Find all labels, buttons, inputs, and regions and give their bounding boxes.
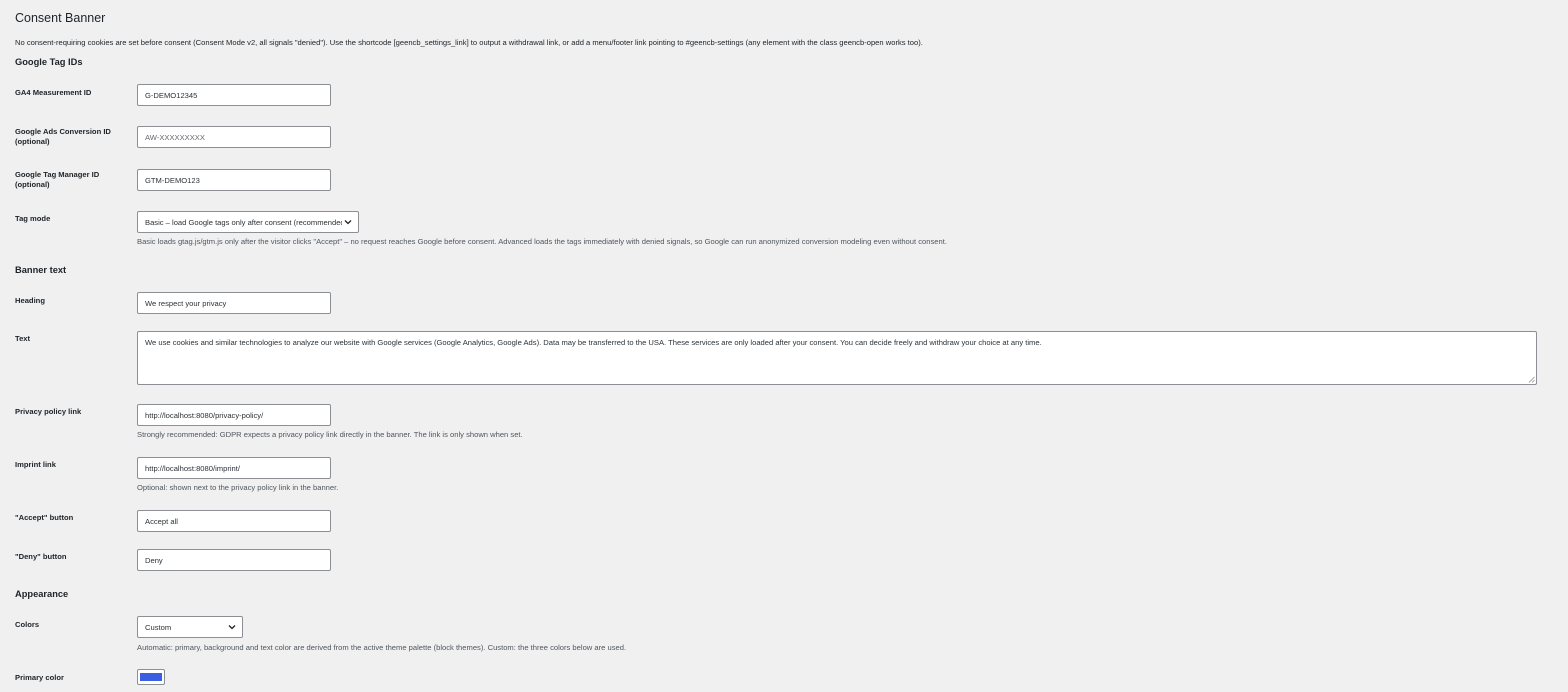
tag-mode-label: Tag mode: [15, 214, 51, 223]
tag-mode-select[interactable]: Basic – load Google tags only after cons…: [137, 211, 359, 233]
google-ads-label-line2: (optional): [15, 137, 50, 146]
primary-color-picker[interactable]: [137, 669, 165, 685]
primary-color-label: Primary color: [15, 673, 64, 682]
accept-button-label: "Accept" button: [15, 513, 74, 522]
deny-button-text-input[interactable]: Deny: [137, 549, 331, 571]
imprint-label: Imprint link: [15, 460, 56, 469]
ga4-measurement-id-input[interactable]: G-DEMO12345: [137, 84, 331, 106]
imprint-description: Optional: shown next to the privacy poli…: [137, 483, 339, 492]
section-heading-google-tag-ids: Google Tag IDs: [15, 57, 83, 67]
section-heading-banner-text: Banner text: [15, 265, 67, 275]
privacy-policy-description: Strongly recommended: GDPR expects a pri…: [137, 430, 523, 439]
primary-color-swatch: [140, 673, 162, 681]
gtm-id-input[interactable]: GTM-DEMO123: [137, 169, 331, 191]
google-ads-label: Google Ads Conversion ID (optional): [15, 127, 125, 147]
imprint-link-input[interactable]: http://localhost:8080/imprint/: [137, 457, 331, 479]
consent-banner-settings-page: Consent Banner No consent-requiring cook…: [0, 0, 1568, 692]
privacy-policy-link-input[interactable]: http://localhost:8080/privacy-policy/: [137, 404, 331, 426]
colors-description: Automatic: primary, background and text …: [137, 643, 627, 652]
deny-button-label: "Deny" button: [15, 552, 67, 561]
tag-mode-selected-value: Basic – load Google tags only after cons…: [145, 217, 342, 227]
section-heading-appearance: Appearance: [15, 589, 69, 599]
heading-input[interactable]: We respect your privacy: [137, 292, 331, 314]
gtm-label: Google Tag Manager ID (optional): [15, 170, 125, 190]
gtm-label-line2: (optional): [15, 180, 50, 189]
banner-text-value: We use cookies and similar technologies …: [145, 338, 1042, 347]
accept-button-text-input[interactable]: Accept all: [137, 510, 331, 532]
google-ads-conversion-id-input[interactable]: AW-XXXXXXXXX: [137, 126, 331, 148]
gtm-label-line1: Google Tag Manager ID: [15, 170, 100, 179]
tag-mode-description: Basic loads gtag.js/gtm.js only after th…: [137, 237, 947, 246]
colors-select[interactable]: Custom: [137, 616, 243, 638]
page-title: Consent Banner: [15, 11, 106, 25]
page-notice: No consent-requiring cookies are set bef…: [15, 38, 923, 47]
ga4-label: GA4 Measurement ID: [15, 88, 92, 97]
text-label: Text: [15, 334, 31, 343]
privacy-policy-label: Privacy policy link: [15, 407, 82, 416]
colors-label: Colors: [15, 620, 40, 629]
colors-selected-value: Custom: [145, 622, 172, 632]
resize-handle-icon[interactable]: [1528, 376, 1535, 383]
google-ads-label-line1: Google Ads Conversion ID: [15, 127, 111, 136]
chevron-down-icon: [342, 216, 354, 228]
chevron-down-icon: [226, 621, 238, 633]
banner-text-textarea[interactable]: We use cookies and similar technologies …: [137, 331, 1537, 385]
heading-label: Heading: [15, 296, 45, 305]
